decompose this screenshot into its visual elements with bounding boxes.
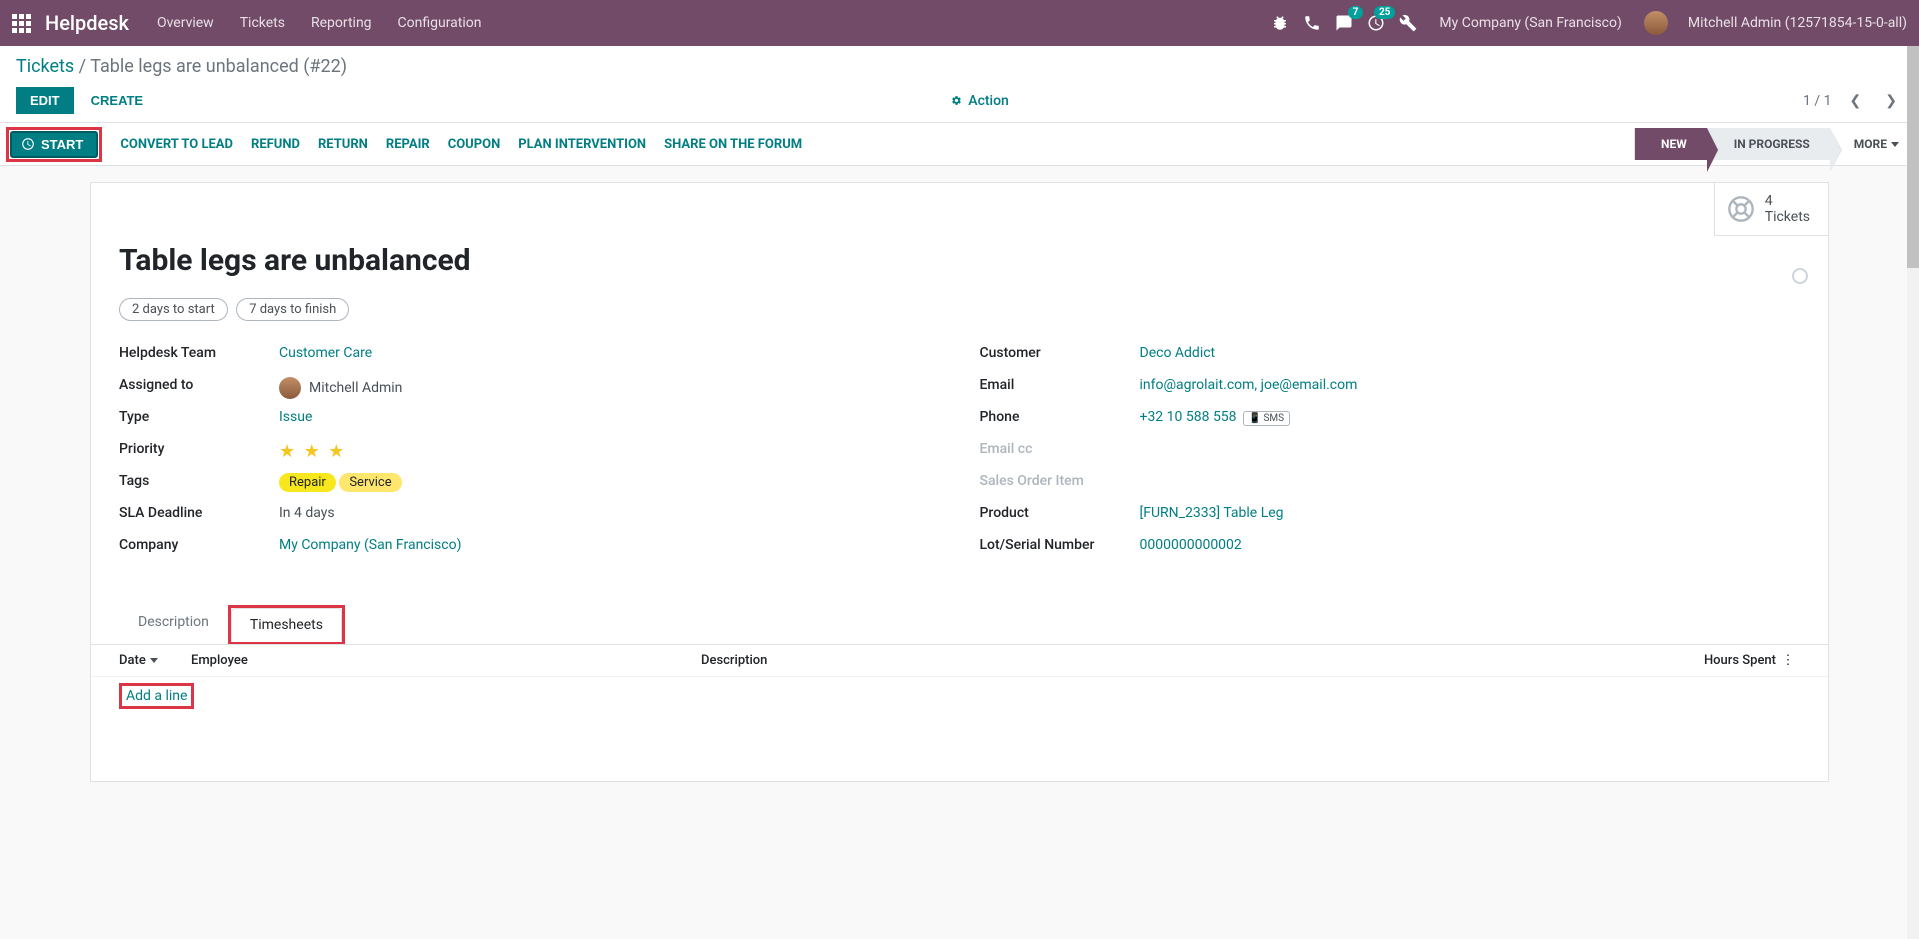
value-lot-serial[interactable]: 0000000000002 [1140, 537, 1242, 553]
breadcrumb-root[interactable]: Tickets [16, 56, 74, 77]
top-actions: 7 25 My Company (San Francisco) Mitchell… [1271, 11, 1907, 35]
wrench-icon[interactable] [1399, 14, 1417, 32]
company-selector[interactable]: My Company (San Francisco) [1439, 15, 1621, 31]
value-assigned-to: Mitchell Admin [309, 380, 402, 396]
form-sheet: 4 Tickets Table legs are unbalanced 2 da… [90, 182, 1829, 782]
user-name[interactable]: Mitchell Admin (12571854-15-0-all) [1688, 15, 1907, 31]
label-tags: Tags [119, 473, 279, 495]
pager-next[interactable]: ❯ [1879, 91, 1903, 111]
assignee-avatar [279, 377, 301, 399]
column-date[interactable]: Date [119, 653, 191, 668]
label-phone: Phone [980, 409, 1140, 431]
column-hours[interactable]: Hours Spent [1656, 653, 1776, 668]
sla-pill-finish: 7 days to finish [236, 298, 349, 321]
label-helpdesk-team: Helpdesk Team [119, 345, 279, 367]
lifebuoy-icon [1727, 195, 1755, 223]
chevron-down-icon [1891, 142, 1899, 147]
value-phone[interactable]: +32 10 588 558 [1140, 409, 1237, 425]
pager-text: 1 / 1 [1803, 93, 1831, 109]
user-avatar[interactable] [1644, 11, 1668, 35]
label-company: Company [119, 537, 279, 559]
edit-button[interactable]: EDIT [16, 87, 74, 114]
highlight-timesheets-tab: Timesheets [228, 605, 345, 644]
column-employee[interactable]: Employee [191, 653, 701, 668]
sla-pill-start: 2 days to start [119, 298, 228, 321]
nav-overview[interactable]: Overview [157, 15, 214, 31]
tab-description[interactable]: Description [119, 605, 228, 644]
column-description[interactable]: Description [701, 653, 1656, 668]
breadcrumb-current: Table legs are unbalanced (#22) [90, 56, 347, 77]
add-line-button[interactable]: Add a line [126, 688, 187, 704]
value-type[interactable]: Issue [279, 409, 312, 425]
activities-icon[interactable]: 25 [1367, 14, 1385, 32]
clock-icon [21, 137, 35, 151]
repair-button[interactable]: REPAIR [386, 137, 430, 152]
ticket-title: Table legs are unbalanced [119, 243, 1800, 278]
column-options-icon[interactable]: ⋮ [1776, 653, 1800, 668]
activities-badge: 25 [1374, 6, 1395, 19]
tab-timesheets[interactable]: Timesheets [231, 608, 342, 642]
stat-label: Tickets [1765, 209, 1810, 225]
value-helpdesk-team[interactable]: Customer Care [279, 345, 372, 361]
label-type: Type [119, 409, 279, 431]
label-lot-serial: Lot/Serial Number [980, 537, 1140, 559]
highlight-start: START [6, 127, 102, 162]
timesheet-table-header: Date Employee Description Hours Spent ⋮ [91, 645, 1828, 677]
action-menu[interactable]: Action [951, 93, 1009, 109]
phone-icon[interactable] [1303, 14, 1321, 32]
brand-title: Helpdesk [45, 11, 129, 35]
nav-tickets[interactable]: Tickets [240, 15, 285, 31]
tickets-stat-button[interactable]: 4 Tickets [1714, 183, 1828, 236]
label-email: Email [980, 377, 1140, 399]
tag-repair: Repair [279, 473, 336, 492]
stage-in-progress[interactable]: IN PROGRESS [1707, 128, 1830, 160]
nav-reporting[interactable]: Reporting [311, 15, 372, 31]
stage-new[interactable]: NEW [1634, 128, 1707, 160]
value-company[interactable]: My Company (San Francisco) [279, 537, 461, 553]
pager-prev[interactable]: ❮ [1844, 91, 1868, 111]
convert-to-lead-button[interactable]: CONVERT TO LEAD [120, 137, 233, 152]
tag-service: Service [339, 473, 401, 492]
nav-configuration[interactable]: Configuration [398, 15, 482, 31]
label-sales-order-item: Sales Order Item [980, 473, 1140, 495]
stat-count: 4 [1765, 193, 1810, 209]
tabs: Description Timesheets [91, 605, 1828, 645]
priority-stars[interactable]: ★ ★ ★ [279, 441, 346, 462]
top-bar: Helpdesk Overview Tickets Reporting Conf… [0, 0, 1919, 46]
bug-icon[interactable] [1271, 14, 1289, 32]
label-customer: Customer [980, 345, 1140, 367]
value-sla-deadline: In 4 days [279, 505, 940, 527]
label-priority: Priority [119, 441, 279, 463]
top-nav: Overview Tickets Reporting Configuration [157, 15, 1271, 31]
label-assigned-to: Assigned to [119, 377, 279, 399]
status-bar: START CONVERT TO LEAD REFUND RETURN REPA… [0, 122, 1919, 166]
control-panel: Tickets / Table legs are unbalanced (#22… [0, 46, 1919, 122]
coupon-button[interactable]: COUPON [448, 137, 501, 152]
label-sla-deadline: SLA Deadline [119, 505, 279, 527]
scrollbar-vertical[interactable] [1907, 46, 1919, 939]
label-product: Product [980, 505, 1140, 527]
start-button[interactable]: START [11, 132, 97, 157]
value-customer[interactable]: Deco Addict [1140, 345, 1216, 361]
label-email-cc: Email cc [980, 441, 1140, 463]
sort-desc-icon [150, 658, 158, 663]
refund-button[interactable]: REFUND [251, 137, 300, 152]
breadcrumb: Tickets / Table legs are unbalanced (#22… [16, 56, 1903, 77]
return-button[interactable]: RETURN [318, 137, 368, 152]
messages-badge: 7 [1348, 6, 1364, 19]
plan-intervention-button[interactable]: PLAN INTERVENTION [518, 137, 646, 152]
value-product[interactable]: [FURN_2333] Table Leg [1140, 505, 1284, 521]
highlight-add-line: Add a line [119, 683, 194, 709]
share-forum-button[interactable]: SHARE ON THE FORUM [664, 137, 802, 152]
apps-icon[interactable] [12, 14, 31, 33]
sms-button[interactable]: 📱 SMS [1243, 411, 1291, 426]
create-button[interactable]: CREATE [77, 87, 157, 114]
messages-icon[interactable]: 7 [1335, 14, 1353, 32]
value-email[interactable]: info@agrolait.com, joe@email.com [1140, 377, 1358, 393]
kanban-state-indicator[interactable] [1792, 268, 1808, 284]
